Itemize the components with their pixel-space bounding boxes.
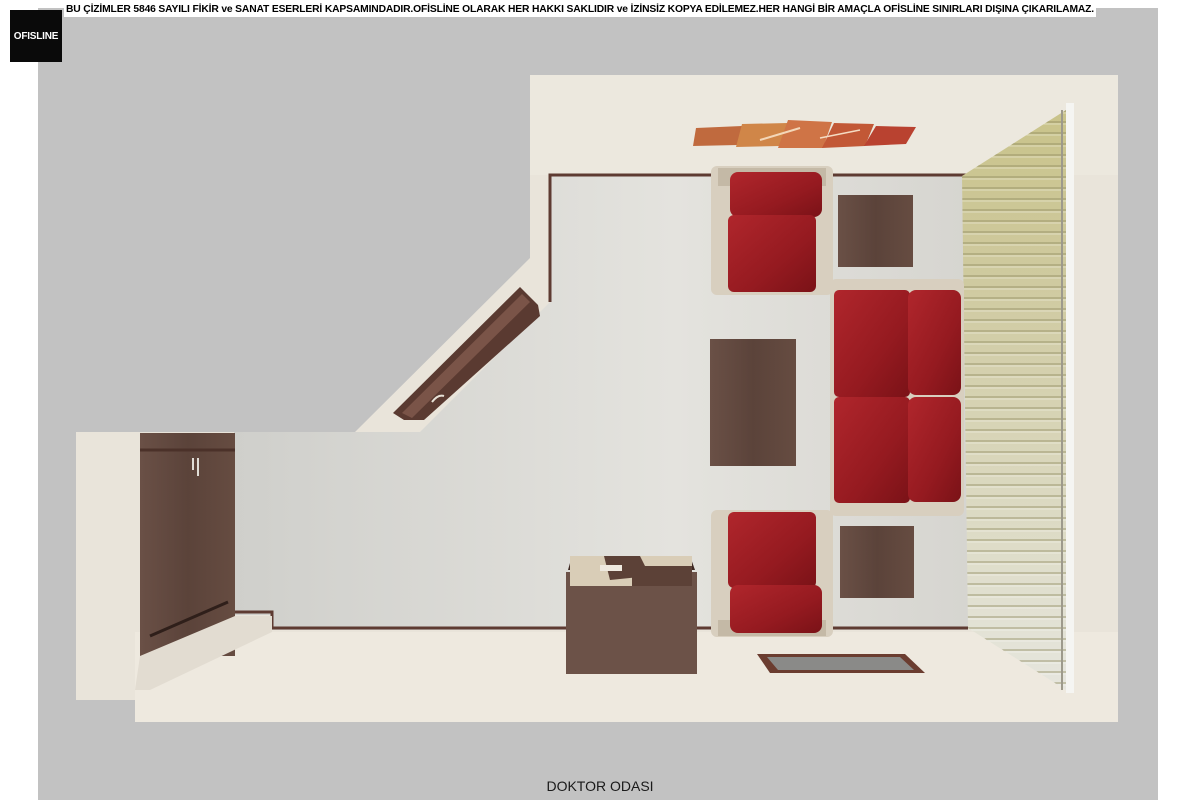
floor-plan	[76, 75, 1118, 722]
rug	[757, 654, 925, 673]
side-table-top	[838, 195, 913, 267]
sofa	[830, 279, 964, 516]
armchair-top	[711, 166, 833, 295]
side-table-bottom	[840, 526, 914, 598]
ofisline-logo: OFISLINE	[10, 10, 62, 62]
armchair-bottom	[711, 510, 833, 637]
desk	[566, 556, 697, 674]
window-frame	[1066, 103, 1074, 693]
room-caption: DOKTOR ODASI	[546, 778, 654, 794]
copyright-banner: BU ÇİZİMLER 5846 SAYILI FİKİR ve SANAT E…	[64, 2, 1097, 17]
coffee-table	[710, 339, 796, 466]
